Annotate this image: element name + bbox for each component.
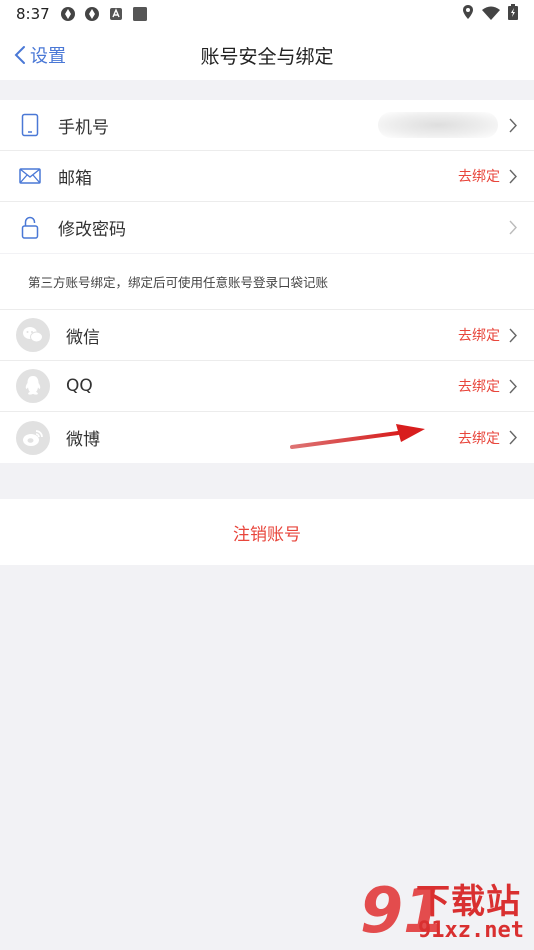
app-notification-icon xyxy=(108,6,124,22)
cancel-account-button[interactable]: 注销账号 xyxy=(0,499,534,565)
mail-icon xyxy=(16,162,44,190)
watermark-url: 91xz.net xyxy=(418,918,524,943)
weibo-icon xyxy=(16,420,50,455)
phone-number-blurred xyxy=(378,112,498,138)
change-password-row[interactable]: 修改密码 xyxy=(0,202,534,253)
watermark-text: 下载站 xyxy=(416,882,521,922)
status-time: 8:37 xyxy=(16,5,50,23)
back-button[interactable]: 设置 xyxy=(14,42,66,68)
account-group: 手机号 邮箱 去绑定 修改密码 xyxy=(0,100,534,253)
bind-weibo-link[interactable]: 去绑定 xyxy=(458,428,500,448)
status-right xyxy=(462,4,518,24)
chevron-right-icon xyxy=(509,118,517,133)
wechat-row[interactable]: 微信 去绑定 xyxy=(0,310,534,361)
status-bar: 8:37 xyxy=(0,0,534,28)
phone-label: 手机号 xyxy=(58,117,109,138)
square-icon xyxy=(132,6,148,22)
email-label: 邮箱 xyxy=(58,168,92,189)
weibo-label: 微博 xyxy=(66,430,100,450)
wifi-icon xyxy=(482,5,500,24)
email-row[interactable]: 邮箱 去绑定 xyxy=(0,151,534,202)
third-party-hint: 第三方账号绑定，绑定后可使用任意账号登录口袋记账 xyxy=(0,254,534,310)
notification-icon xyxy=(60,6,76,22)
chevron-right-icon xyxy=(509,220,517,235)
bind-email-link[interactable]: 去绑定 xyxy=(458,166,500,186)
location-icon xyxy=(462,4,474,24)
notification-icon xyxy=(84,6,100,22)
chevron-right-icon xyxy=(509,328,517,343)
weibo-row[interactable]: 微博 去绑定 xyxy=(0,412,534,463)
lock-icon xyxy=(16,214,44,242)
qq-label: QQ xyxy=(66,376,93,396)
chevron-right-icon xyxy=(509,379,517,394)
cancel-account-label: 注销账号 xyxy=(233,524,301,545)
chevron-left-icon xyxy=(14,46,25,64)
wechat-label: 微信 xyxy=(66,327,100,348)
phone-row[interactable]: 手机号 xyxy=(0,100,534,151)
nav-bar: 设置 账号安全与绑定 xyxy=(0,28,534,80)
chevron-right-icon xyxy=(509,430,517,445)
bind-qq-link[interactable]: 去绑定 xyxy=(458,376,500,396)
watermark-logo: 91 下载站 91xz.net xyxy=(360,874,530,948)
change-password-label: 修改密码 xyxy=(58,220,126,240)
phone-icon xyxy=(16,111,44,139)
back-label: 设置 xyxy=(30,46,66,67)
social-group: 第三方账号绑定，绑定后可使用任意账号登录口袋记账 微信 去绑定 QQ 去绑定 微… xyxy=(0,254,534,463)
qq-icon xyxy=(16,369,50,403)
bind-wechat-link[interactable]: 去绑定 xyxy=(458,325,500,345)
battery-icon xyxy=(508,4,518,24)
wechat-icon xyxy=(16,318,50,352)
page-title: 账号安全与绑定 xyxy=(200,46,334,68)
chevron-right-icon xyxy=(509,169,517,184)
qq-row[interactable]: QQ 去绑定 xyxy=(0,361,534,412)
